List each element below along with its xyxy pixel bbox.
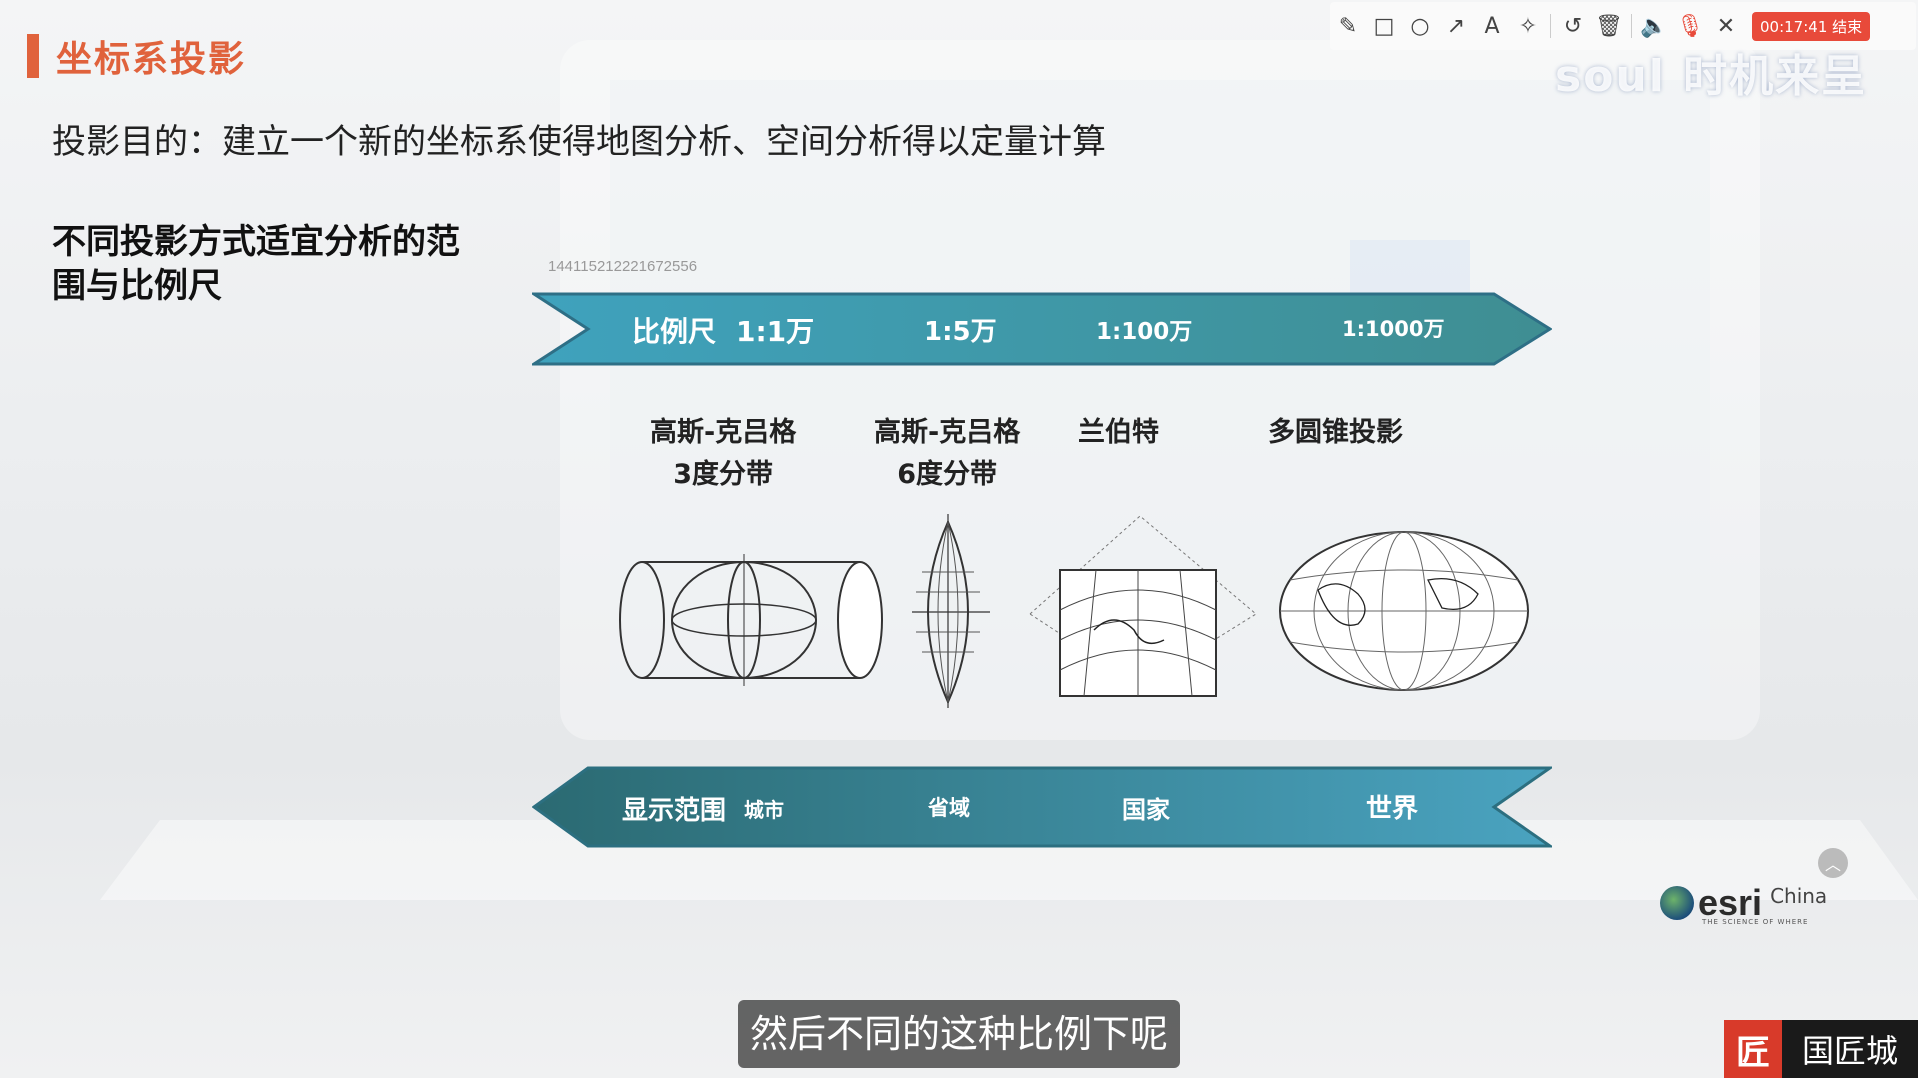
video-subtitle: 然后不同的这种比例下呢 [738,1000,1180,1068]
esri-tagline: THE SCIENCE OF WHERE [1702,918,1809,926]
rectangle-icon[interactable]: □ [1366,8,1402,44]
projection-label-lambert: 兰伯特 [1078,412,1159,454]
polyconic-world-figure [1279,531,1529,691]
circle-icon[interactable]: ○ [1402,8,1438,44]
esri-globe-icon [1660,886,1694,920]
projection-zone: 6度分带 [897,459,997,490]
scale-value-4: 1:1000万 [1342,317,1445,341]
extent-value-world: 世界 [1366,794,1419,824]
toolbar-divider [1631,14,1632,38]
cylinder-projection-figure [619,554,883,686]
projection-label-polyconic: 多圆锥投影 [1268,412,1403,454]
extent-value-city: 城市 [744,798,784,822]
gauss-zone-figure [912,514,990,708]
extent-value-country: 国家 [1122,796,1170,824]
toolbar-divider [1550,14,1551,38]
brand-name: 国匠城 [1782,1020,1918,1078]
projection-name: 高斯-克吕格 [650,417,797,448]
projection-zone: 3度分带 [673,459,773,490]
lambert-conic-figure [1029,515,1257,697]
extent-band: 显示范围 城市 省域 国家 世界 [532,766,1552,848]
scale-band: 比例尺 1:1万 1:5万 1:100万 1:1000万 [532,292,1552,366]
close-icon[interactable]: ✕ [1708,8,1744,44]
projection-name: 兰伯特 [1078,417,1159,448]
projection-name: 多圆锥投影 [1268,417,1403,448]
trash-icon[interactable]: 🗑 [1591,8,1627,44]
brand-logo-icon: 匠 [1724,1020,1782,1078]
scale-value-2: 1:5万 [924,317,997,347]
brand-badge: 匠 国匠城 [1724,1020,1918,1078]
arrow-icon[interactable]: ↗ [1438,8,1474,44]
scale-value-3: 1:100万 [1096,319,1193,345]
projection-label-gauss-3: 高斯-克吕格 3度分带 [650,412,796,496]
watermark-logo: soul 时机来呈 [1555,51,1868,102]
projection-name: 高斯-克吕格 [874,417,1021,448]
text-icon[interactable]: A [1474,8,1510,44]
id-number: 144115212221672556 [548,258,698,275]
scroll-up-button[interactable]: ︿ [1818,848,1848,878]
slide-title: 坐标系投影 [56,39,247,80]
esri-region: China [1770,884,1828,908]
slide-subheading: 不同投影方式适宜分析的范围与比例尺 [52,222,460,306]
title-accent-bar [27,34,39,78]
volume-icon[interactable]: 🔈 [1636,8,1672,44]
scale-value-1: 1:1万 [736,315,815,348]
recording-timer[interactable]: 00:17:41 结束 [1752,11,1871,41]
projection-purpose: 投影目的：建立一个新的坐标系使得地图分析、空间分析得以定量计算 [52,122,1106,162]
pencil-icon[interactable]: ✎ [1330,8,1366,44]
scale-band-title: 比例尺 [632,315,717,348]
mic-muted-icon[interactable]: 🎙 [1672,8,1708,44]
projection-label-gauss-6: 高斯-克吕格 6度分带 [874,412,1020,496]
undo-icon[interactable]: ↺ [1555,8,1591,44]
extent-value-province: 省域 [928,796,970,820]
magic-wand-icon[interactable]: ✧ [1510,8,1546,44]
extent-band-title: 显示范围 [622,796,727,826]
